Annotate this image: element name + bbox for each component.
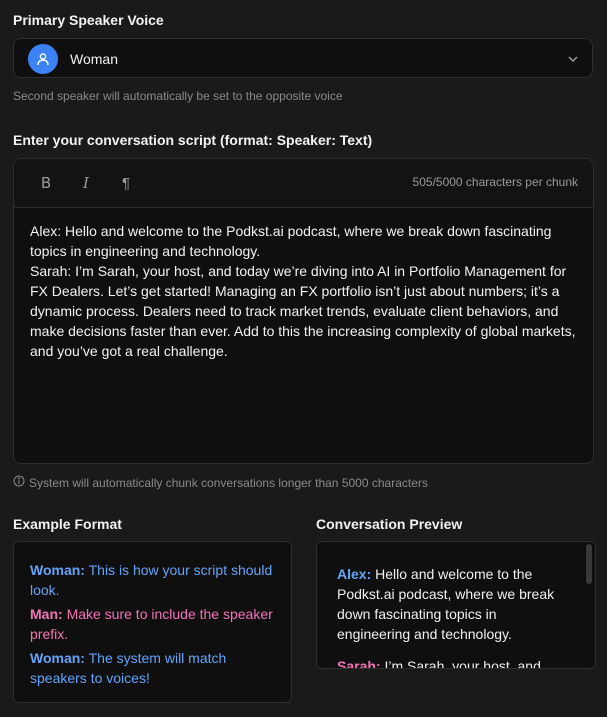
example-item: Woman: This is how your script should lo… (30, 560, 280, 600)
example-panel: Woman: This is how your script should lo… (13, 541, 292, 703)
preview-panel[interactable]: Alex: Hello and welcome to the Podkst.ai… (316, 541, 596, 669)
chunk-note-text: System will automatically chunk conversa… (29, 475, 428, 490)
voice-select[interactable]: Woman (13, 38, 593, 78)
voice-label: Primary Speaker Voice (13, 12, 164, 28)
preview-item: Sarah: I’m Sarah, your host, and (337, 656, 565, 669)
user-icon (28, 44, 58, 74)
bold-button[interactable]: B (34, 171, 58, 195)
voice-value: Woman (70, 51, 118, 67)
paragraph-button[interactable]: ¶ (114, 171, 138, 195)
example-speaker: Woman: (30, 562, 85, 578)
pilcrow-icon: ¶ (121, 174, 131, 192)
preview-speaker: Sarah: (337, 658, 381, 669)
example-item: Man: Make sure to include the speaker pr… (30, 604, 280, 644)
example-item: Woman: The system will match speakers to… (30, 648, 280, 688)
preview-scrollbar[interactable] (586, 544, 592, 584)
example-label: Example Format (13, 516, 122, 532)
voice-hint: Second speaker will automatically be set… (13, 89, 343, 103)
chevron-down-icon (566, 52, 580, 71)
preview-item: Alex: Hello and welcome to the Podkst.ai… (337, 564, 565, 644)
example-speaker: Woman: (30, 650, 85, 666)
script-line: Alex: Hello and welcome to the Podkst.ai… (30, 223, 552, 259)
preview-speaker: Alex: (337, 566, 372, 582)
bold-icon: B (40, 174, 52, 192)
preview-text: I’m Sarah, your host, and (384, 658, 541, 669)
info-icon (13, 475, 25, 490)
preview-label: Conversation Preview (316, 516, 463, 532)
script-label: Enter your conversation script (format: … (13, 132, 373, 148)
italic-icon: I (83, 174, 89, 192)
script-textarea[interactable]: Alex: Hello and welcome to the Podkst.ai… (30, 221, 578, 361)
chunk-note: System will automatically chunk conversa… (13, 475, 428, 490)
script-line: Sarah: I’m Sarah, your host, and today w… (30, 263, 576, 359)
example-speaker: Man: (30, 606, 63, 622)
italic-button[interactable]: I (74, 171, 98, 195)
editor-toolbar: B I ¶ 505/5000 characters per chunk (14, 159, 593, 208)
example-text: Make sure to include the speaker prefix. (30, 606, 273, 642)
char-count: 505/5000 characters per chunk (412, 175, 578, 189)
script-editor[interactable]: B I ¶ 505/5000 characters per chunk Alex… (13, 158, 594, 464)
